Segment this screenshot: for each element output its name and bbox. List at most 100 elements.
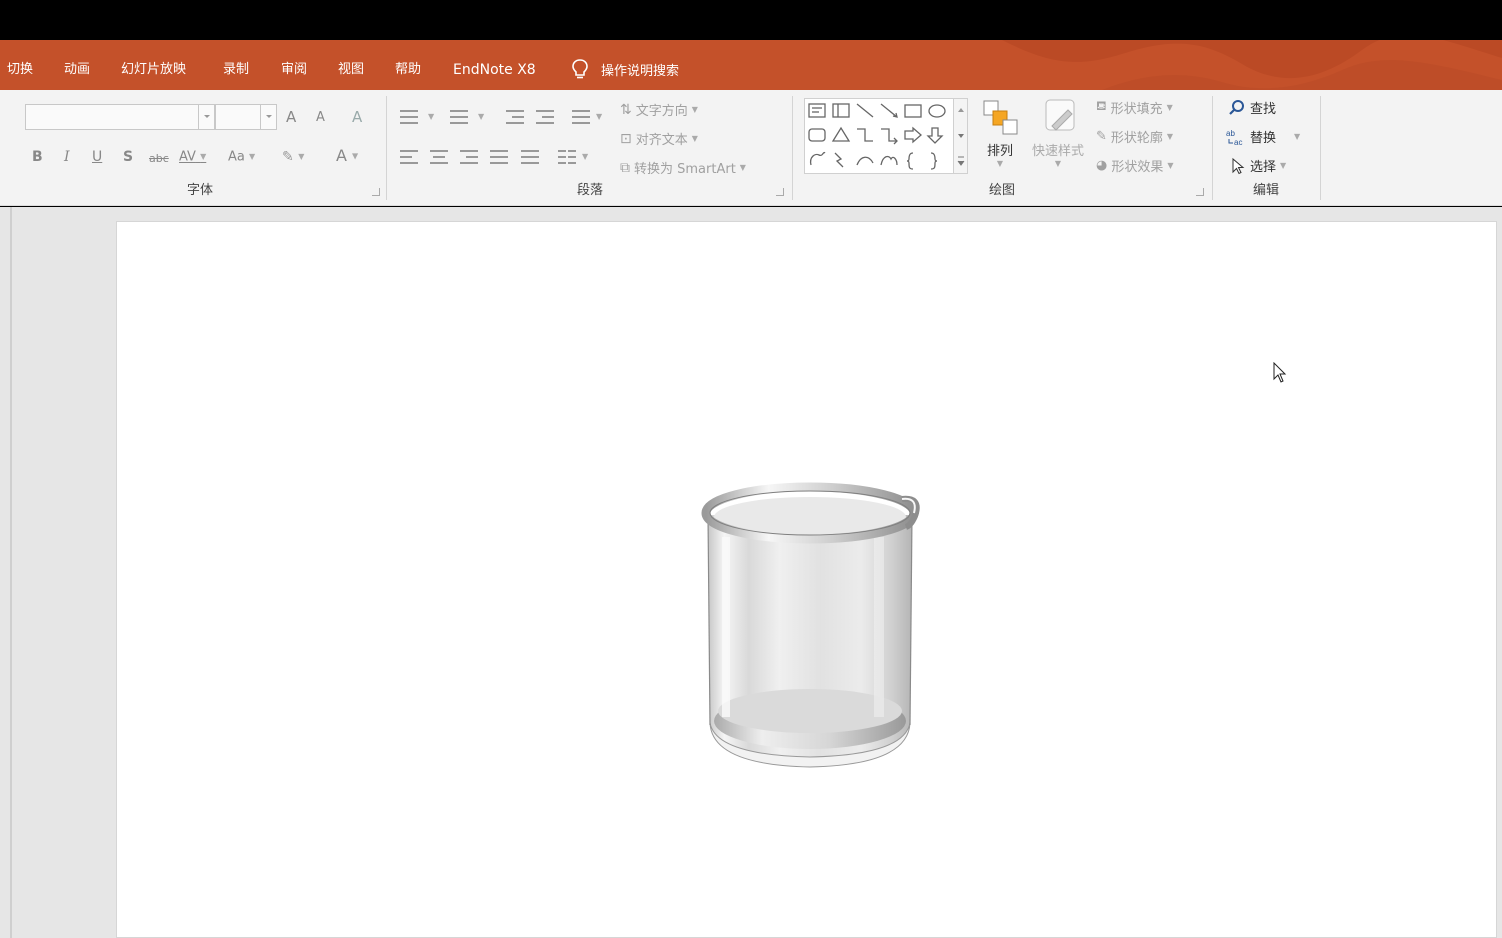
chevron-down-icon[interactable] — [198, 105, 214, 129]
clear-formatting-label: A — [352, 108, 363, 126]
columns-icon[interactable] — [558, 150, 576, 164]
select-button[interactable]: 选择 ▼ — [1230, 156, 1286, 175]
underline-label: U — [92, 149, 103, 165]
shape-effects-button[interactable]: ◕ 形状效果 ▼ — [1096, 156, 1174, 175]
align-left-icon[interactable] — [400, 150, 418, 164]
drawing-dialog-launcher-icon[interactable] — [1196, 188, 1204, 196]
chevron-down-icon[interactable] — [260, 105, 276, 129]
editing-workspace — [0, 207, 1502, 938]
quick-styles-icon — [1045, 99, 1075, 131]
tell-me-search[interactable]: 操作说明搜索 — [571, 58, 679, 80]
chevron-down-icon: ▼ — [996, 159, 1004, 168]
decorative-banner-graphic — [1002, 40, 1502, 90]
distributed-icon[interactable] — [521, 150, 539, 164]
find-button[interactable]: 查找 — [1228, 98, 1276, 117]
font-size-combo[interactable] — [215, 104, 277, 130]
shape-fill-label: 形状填充 — [1110, 102, 1163, 117]
slide-canvas[interactable] — [116, 221, 1497, 938]
paint-bucket-icon: ⛾ — [1096, 99, 1107, 114]
tab-slideshow[interactable]: 幻灯片放映 — [121, 62, 186, 78]
group-divider — [386, 96, 387, 200]
replace-label: 替换 — [1250, 131, 1277, 146]
arrange-button[interactable]: 排列 ▼ — [978, 98, 1022, 168]
highlight-button[interactable]: ✎ ▼ — [282, 148, 304, 166]
line-spacing-icon[interactable] — [572, 110, 590, 124]
tab-help[interactable]: 帮助 — [395, 62, 421, 78]
lightbulb-icon — [572, 59, 588, 79]
ribbon: A A A B I U S abc AV ▼ Aa ▼ ✎ ▼ A ▼ 字体 ▼… — [0, 90, 1502, 206]
text-direction-button[interactable]: ⇅ 文字方向 ▼ — [620, 100, 698, 120]
character-spacing-button[interactable]: AV ▼ — [179, 148, 206, 167]
numbering-icon[interactable] — [450, 110, 468, 124]
text-shadow-button[interactable]: S — [123, 148, 133, 166]
convert-smartart-label: 转换为 SmartArt — [634, 162, 736, 177]
convert-smartart-button[interactable]: ⧉ 转换为 SmartArt ▼ — [620, 158, 746, 178]
paragraph-group-label: 段落 — [576, 183, 603, 198]
change-case-button[interactable]: Aa ▼ — [228, 148, 255, 167]
paragraph-dialog-launcher-icon[interactable] — [776, 188, 784, 196]
glass-beaker-image[interactable] — [698, 477, 924, 771]
drawing-group-label: 绘图 — [988, 183, 1015, 198]
clear-formatting-button[interactable]: A — [352, 108, 362, 126]
grow-font-button[interactable]: A — [286, 108, 296, 126]
align-text-label: 对齐文本 — [635, 133, 688, 148]
columns-dropdown[interactable]: ▼ — [582, 148, 588, 166]
character-spacing-label: AV — [179, 149, 196, 165]
font-color-button[interactable]: A ▼ — [336, 147, 358, 166]
group-divider — [1212, 96, 1213, 200]
bold-button[interactable]: B — [32, 148, 43, 166]
strikethrough-label: abc — [149, 152, 169, 165]
shapes-gallery[interactable] — [804, 98, 968, 174]
tab-view[interactable]: 视图 — [338, 62, 364, 78]
italic-button[interactable]: I — [64, 148, 70, 166]
svg-text:ac: ac — [1234, 138, 1242, 146]
bullets-icon[interactable] — [400, 110, 418, 124]
highlighter-icon: ✎ — [282, 149, 294, 165]
line-spacing-dropdown[interactable]: ▼ — [596, 108, 602, 126]
strikethrough-button[interactable]: abc — [149, 150, 169, 168]
gallery-scrollbar[interactable] — [953, 99, 967, 173]
italic-label: I — [64, 149, 70, 165]
shrink-font-button[interactable]: A — [316, 109, 325, 127]
group-divider — [1320, 96, 1321, 200]
font-group-label: 字体 — [186, 183, 213, 198]
decrease-indent-icon[interactable] — [506, 110, 524, 124]
font-dialog-launcher-icon[interactable] — [372, 188, 380, 196]
increase-indent-icon[interactable] — [536, 110, 554, 124]
arrange-icon — [983, 100, 1018, 135]
mouse-pointer-icon — [1273, 362, 1287, 383]
replace-icon: ab ac — [1226, 129, 1242, 146]
smartart-icon: ⧉ — [620, 159, 630, 176]
align-center-icon[interactable] — [430, 150, 448, 164]
font-group: A A A B I U S abc AV ▼ Aa ▼ ✎ ▼ A ▼ 字体 — [14, 96, 386, 200]
text-direction-label: 文字方向 — [635, 104, 688, 119]
thumbnail-pane-divider[interactable] — [10, 207, 12, 938]
underline-button[interactable]: U — [92, 148, 102, 166]
align-text-button[interactable]: ⊡ 对齐文本 ▼ — [620, 129, 698, 149]
tab-record[interactable]: 录制 — [223, 62, 249, 78]
editing-group-label: 编辑 — [1252, 183, 1279, 198]
change-case-label: Aa — [228, 149, 245, 165]
tab-animations[interactable]: 动画 — [64, 62, 90, 78]
align-right-icon[interactable] — [460, 150, 478, 164]
text-shadow-label: S — [123, 149, 134, 165]
shape-outline-button[interactable]: ✎ 形状轮廓 ▼ — [1096, 127, 1173, 146]
justify-icon[interactable] — [490, 150, 508, 164]
tab-endnote[interactable]: EndNote X8 — [453, 62, 536, 78]
replace-button[interactable]: ab ac 替换 ▼ — [1226, 127, 1300, 147]
select-label: 选择 — [1250, 160, 1277, 175]
align-text-icon: ⊡ — [620, 130, 632, 147]
shape-fill-button[interactable]: ⛾ 形状填充 ▼ — [1096, 98, 1173, 117]
shape-effects-label: 形状效果 — [1111, 160, 1164, 175]
title-bar — [0, 0, 1502, 40]
grow-font-label: A — [286, 108, 297, 126]
arrange-label: 排列 — [986, 144, 1013, 159]
paragraph-group: ▼ ▼ ▼ ▼ ⇅ 文字方向 ▼ ⊡ 对齐文本 ▼ ⧉ 转换为 SmartArt ▼ … — [390, 96, 790, 200]
tab-transitions[interactable]: 切换 — [7, 62, 33, 78]
font-name-combo[interactable] — [25, 104, 215, 130]
tab-review[interactable]: 审阅 — [281, 62, 307, 78]
quick-styles-button[interactable]: 快速样式 ▼ — [1026, 98, 1090, 168]
ribbon-tab-bar: 切换 动画 幻灯片放映 录制 审阅 视图 帮助 EndNote X8 操作说明搜… — [0, 40, 1502, 90]
bullets-dropdown[interactable]: ▼ — [428, 108, 434, 126]
numbering-dropdown[interactable]: ▼ — [478, 108, 484, 126]
